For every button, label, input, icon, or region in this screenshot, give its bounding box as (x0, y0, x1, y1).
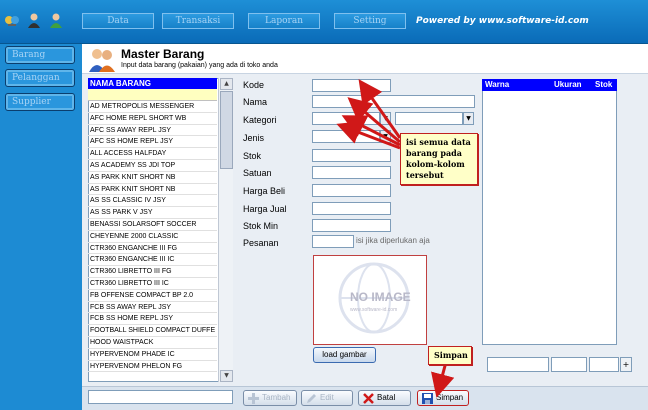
arrow-to-nama (347, 97, 401, 144)
fill-all-callout: isi semua data barang pada kolom-kolom t… (400, 133, 478, 185)
save-callout: Simpan (428, 346, 472, 365)
arrow-to-simpan (431, 361, 455, 398)
annotation-arrows (336, 79, 455, 398)
